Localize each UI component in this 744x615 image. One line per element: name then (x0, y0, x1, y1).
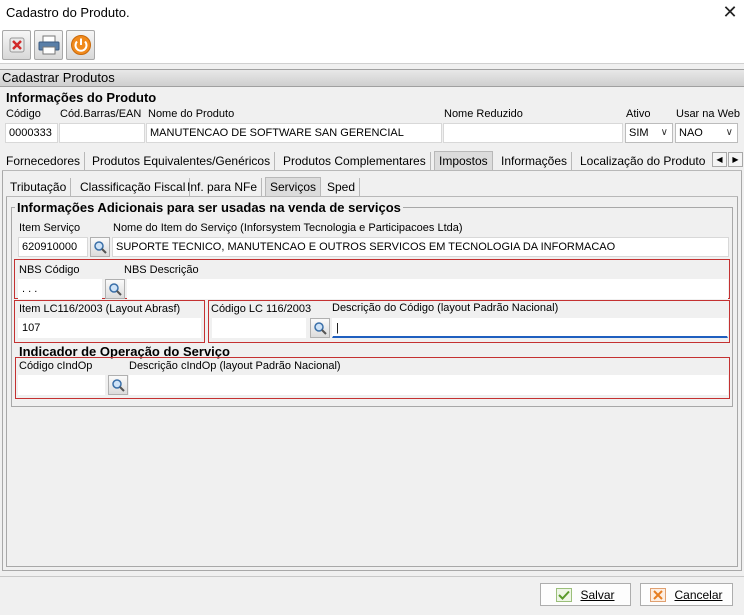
nbs-descricao-field[interactable] (127, 279, 728, 299)
tab-impostos[interactable]: Impostos (434, 151, 493, 170)
tab-produtos-equivalentes[interactable]: Produtos Equivalentes/Genéricos (88, 152, 276, 171)
nome-item-servico-label: Nome do Item do Serviço (Inforsystem Tec… (113, 222, 463, 234)
tab-tributacao[interactable]: Tributação (6, 178, 72, 197)
ativo-select[interactable]: SIM ∨ (625, 123, 673, 143)
produto-group-title: Informações do Produto (6, 90, 157, 105)
nome-reduzido-field[interactable] (443, 123, 623, 143)
nome-item-servico-field[interactable]: SUPORTE TECNICO, MANUTENCAO E OUTROS SER… (112, 237, 729, 257)
barras-field[interactable] (59, 123, 145, 143)
section-header: Cadastrar Produtos (0, 69, 744, 87)
codigo-lc-field[interactable] (212, 318, 306, 338)
cancel-icon (650, 587, 667, 602)
tab-classificacao-fiscal[interactable]: Classificação Fiscal (76, 178, 191, 197)
codigo-lc-label: Código LC 116/2003 (211, 303, 312, 315)
cancelar-label: Cancelar (674, 587, 723, 602)
window-title: Cadastro do Produto. (6, 5, 130, 20)
usar-web-value: NAO (679, 127, 703, 139)
delete-button[interactable] (2, 30, 31, 60)
footer-divider (0, 576, 744, 577)
nbs-codigo-field[interactable]: . . . (18, 279, 102, 299)
tabs-scroll-right-icon[interactable]: ▶ (728, 152, 743, 167)
cindop-search-button[interactable] (108, 375, 128, 395)
tab-fornecedores[interactable]: Fornecedores (2, 152, 86, 171)
cindop-codigo-label: Código cIndOp (19, 360, 93, 372)
power-icon (70, 35, 91, 55)
search-icon (94, 241, 107, 254)
item-servico-label: Item Serviço (19, 222, 81, 234)
item-servico-search-button[interactable] (90, 237, 110, 257)
ativo-value: SIM (629, 127, 649, 139)
codigo-label: Código (6, 108, 41, 120)
chevron-down-icon: ∨ (660, 127, 668, 138)
tab-informacoes[interactable]: Informações (497, 152, 573, 171)
search-icon (112, 379, 125, 392)
nbs-descricao-label: NBS Descrição (124, 264, 199, 276)
tab-localizacao[interactable]: Localização do Produto (576, 152, 709, 171)
tab-servicos[interactable]: Serviços (265, 177, 322, 196)
close-icon[interactable]: ✕ (718, 1, 742, 23)
item-servico-field[interactable]: 620910000 (18, 237, 88, 257)
descricao-codigo-field[interactable]: | (332, 318, 728, 338)
cindop-codigo-field[interactable] (18, 375, 105, 395)
cindop-descricao-field[interactable] (129, 375, 728, 395)
power-button[interactable] (66, 30, 95, 60)
chevron-down-icon: ∨ (725, 127, 733, 138)
salvar-button[interactable]: Salvar (540, 583, 631, 606)
nome-produto-field[interactable]: MANUTENCAO DE SOFTWARE SAN GERENCIAL (146, 123, 442, 143)
print-button[interactable] (34, 30, 63, 60)
servicos-group-title: Informações Adicionais para ser usadas n… (15, 200, 403, 215)
descricao-codigo-label: Descrição do Código (layout Padrão Nacio… (332, 302, 559, 314)
tab-inf-nfe[interactable]: Inf. para NFe (183, 178, 263, 197)
nbs-search-button[interactable] (105, 279, 125, 299)
lc-abrasf-label: Item LC116/2003 (Layout Abrasf) (19, 303, 181, 315)
usar-web-select[interactable]: NAO ∨ (675, 123, 738, 143)
tab-produtos-complementares[interactable]: Produtos Complementares (279, 152, 431, 171)
codigo-lc-search-button[interactable] (310, 318, 330, 338)
barras-label: Cód.Barras/EAN (60, 108, 142, 120)
toolbar (0, 26, 744, 64)
printer-icon (38, 35, 59, 55)
check-icon (556, 587, 573, 602)
tabs-scroll-left-icon[interactable]: ◀ (712, 152, 727, 167)
cancelar-button[interactable]: Cancelar (640, 583, 733, 606)
nome-produto-label: Nome do Produto (148, 108, 235, 120)
tab-sped[interactable]: Sped (323, 178, 361, 197)
codigo-field[interactable]: 0000333 (5, 123, 58, 143)
salvar-label: Salvar (580, 587, 615, 602)
nbs-codigo-label: NBS Código (19, 264, 80, 276)
delete-icon (9, 37, 24, 53)
usar-web-label: Usar na Web (676, 108, 740, 120)
ativo-label: Ativo (626, 108, 651, 120)
search-icon (314, 322, 327, 335)
nome-reduzido-label: Nome Reduzido (444, 108, 523, 120)
search-icon (109, 283, 122, 296)
cindop-descricao-label: Descrição cIndOp (layout Padrão Nacional… (129, 360, 341, 372)
lc-abrasf-field[interactable]: 107 (18, 318, 201, 338)
